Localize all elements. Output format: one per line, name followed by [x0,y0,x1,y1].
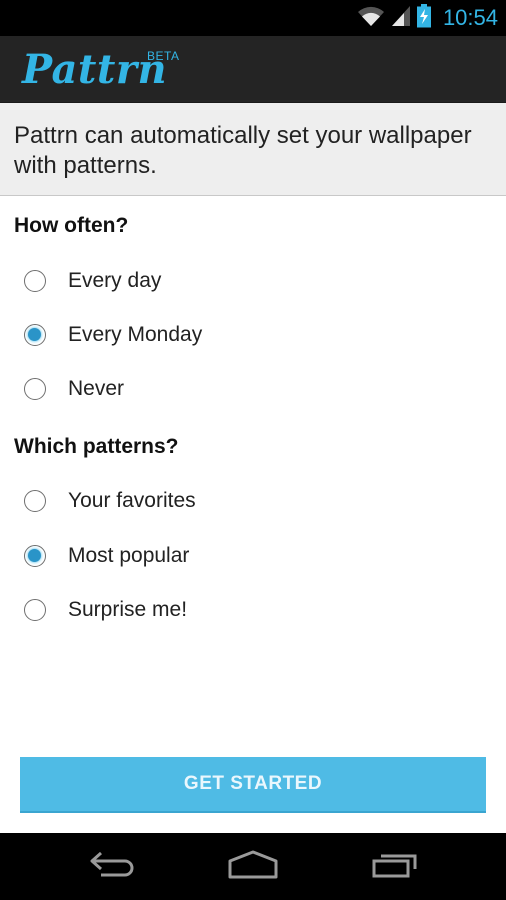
signal-icon [391,5,411,32]
beta-badge: BETA [147,49,180,63]
radio-label: Surprise me! [68,598,188,621]
radio-button-selected[interactable] [24,545,46,567]
home-icon [226,849,280,884]
section-heading-patterns: Which patterns? [14,435,179,458]
section-heading-frequency: How often? [14,214,129,237]
battery-charging-icon [416,3,431,33]
navigation-bar [0,833,506,900]
radio-never[interactable]: Never [0,365,506,415]
wifi-icon [357,5,385,32]
radio-label: Most popular [68,544,190,567]
radio-surprise-me[interactable]: Surprise me! [0,586,506,636]
recent-apps-button[interactable] [345,833,445,900]
radio-selected-dot [28,328,41,341]
get-started-button[interactable]: GET STARTED [20,757,486,813]
intro-text: Pattrn can automatically set your wallpa… [14,122,472,179]
action-bar: Pattrn BETA [0,36,506,103]
radio-your-favorites[interactable]: Your favorites [0,477,506,527]
radio-most-popular[interactable]: Most popular [0,532,506,582]
back-icon [89,850,137,883]
radio-label: Never [68,377,125,400]
home-button[interactable] [203,833,303,900]
radio-every-monday[interactable]: Every Monday [0,311,506,361]
status-icons: 10:54 [357,0,498,36]
back-button[interactable] [63,833,163,900]
radio-label: Every Monday [68,323,203,346]
radio-button[interactable] [24,490,46,512]
radio-label: Every day [68,269,162,292]
radio-button[interactable] [24,270,46,292]
status-time: 10:54 [442,5,498,30]
radio-button[interactable] [24,599,46,621]
status-bar: 10:54 [0,0,506,36]
radio-button[interactable] [24,378,46,400]
radio-label: Your favorites [68,489,196,512]
intro-banner: Pattrn can automatically set your wallpa… [0,103,506,196]
radio-button-selected[interactable] [24,324,46,346]
radio-every-day[interactable]: Every day [0,257,506,307]
radio-selected-dot [28,549,41,562]
recent-apps-icon [370,849,420,884]
app-logo: Pattrn [22,46,168,93]
